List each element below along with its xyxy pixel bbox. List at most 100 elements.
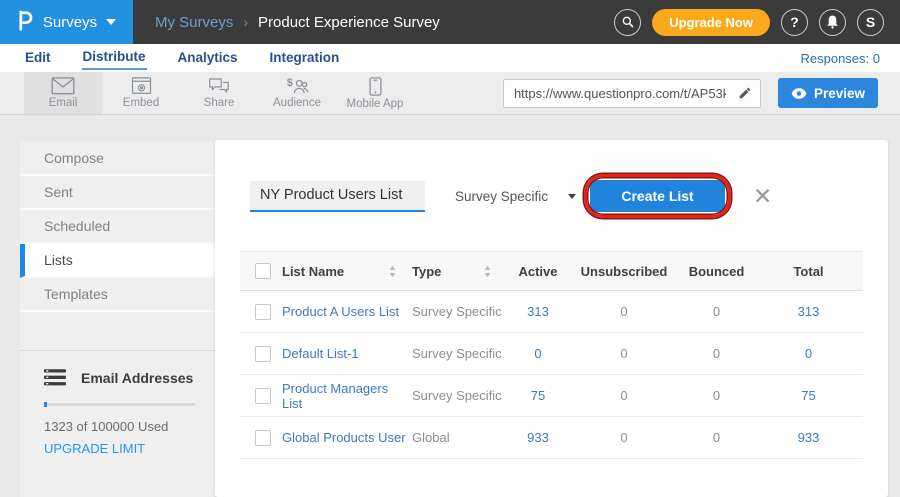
close-icon[interactable]: ✕ bbox=[753, 185, 772, 208]
sidebar-item-sent[interactable]: Sent bbox=[20, 176, 215, 210]
select-all-checkbox[interactable] bbox=[255, 263, 271, 279]
search-icon bbox=[621, 15, 635, 29]
row-checkbox[interactable] bbox=[255, 388, 271, 404]
tab-edit[interactable]: Edit bbox=[24, 47, 52, 69]
column-header-unsubscribed: Unsubscribed bbox=[569, 264, 679, 279]
bell-icon bbox=[826, 15, 839, 29]
preview-button[interactable]: Preview bbox=[778, 78, 878, 108]
bounced-count: 0 bbox=[679, 346, 754, 361]
survey-subnav: Edit Distribute Analytics Integration Re… bbox=[0, 44, 900, 72]
breadcrumb-my-surveys[interactable]: My Surveys bbox=[155, 14, 233, 31]
total-count[interactable]: 75 bbox=[754, 388, 863, 403]
table-row: Default List-1 Survey Specific 0 0 0 0 bbox=[240, 333, 863, 375]
bounced-count: 0 bbox=[679, 304, 754, 319]
list-name-input[interactable] bbox=[250, 181, 425, 212]
list-type: Survey Specific bbox=[412, 304, 507, 319]
create-list-form: Survey Specific Create List ✕ bbox=[250, 180, 863, 212]
list-name-link[interactable]: Global Products User bbox=[282, 430, 412, 445]
list-name-link[interactable]: Default List-1 bbox=[282, 346, 412, 361]
active-count[interactable]: 313 bbox=[507, 304, 569, 319]
sidebar-spacer bbox=[20, 312, 215, 350]
avatar-letter: S bbox=[866, 14, 875, 30]
list-name-link[interactable]: Product A Users List bbox=[282, 304, 412, 319]
surveys-product-menu[interactable]: Surveys bbox=[0, 0, 133, 44]
total-count[interactable]: 933 bbox=[754, 430, 863, 445]
list-type-dropdown[interactable]: Survey Specific bbox=[455, 189, 576, 204]
create-list-button[interactable]: Create List bbox=[590, 180, 725, 212]
usage-text: 1323 of 100000 Used bbox=[44, 419, 195, 434]
column-header-bounced: Bounced bbox=[679, 264, 754, 279]
total-count[interactable]: 0 bbox=[754, 346, 863, 361]
active-count[interactable]: 933 bbox=[507, 430, 569, 445]
tab-integration[interactable]: Integration bbox=[269, 47, 341, 69]
table-row: Product A Users List Survey Specific 313… bbox=[240, 291, 863, 333]
active-count[interactable]: 0 bbox=[507, 346, 569, 361]
sidebar-item-compose[interactable]: Compose bbox=[20, 142, 215, 176]
usage-progress-fill bbox=[44, 402, 47, 407]
notifications-button[interactable] bbox=[819, 9, 846, 36]
sidebar-item-scheduled[interactable]: Scheduled bbox=[20, 210, 215, 244]
upgrade-now-button[interactable]: Upgrade Now bbox=[652, 9, 770, 36]
table-header-row: List Name Type Active Unsubscribed Bounc… bbox=[240, 251, 863, 291]
email-addresses-title: Email Addresses bbox=[81, 370, 193, 386]
column-header-total: Total bbox=[754, 264, 863, 279]
email-sidebar: Compose Sent Scheduled Lists Templates E… bbox=[20, 142, 215, 497]
toolbar-tab-audience[interactable]: $ Audience bbox=[258, 72, 336, 114]
chevron-down-icon bbox=[106, 19, 116, 25]
toolbar-tab-mobile-app[interactable]: Mobile App bbox=[336, 72, 414, 114]
embed-icon bbox=[131, 77, 152, 95]
unsubscribed-count: 0 bbox=[569, 430, 679, 445]
row-checkbox[interactable] bbox=[255, 430, 271, 446]
survey-url-box bbox=[503, 79, 761, 108]
list-type: Global bbox=[412, 430, 507, 445]
usage-progress-bar bbox=[44, 403, 195, 406]
mobile-app-icon bbox=[369, 77, 382, 96]
row-checkbox[interactable] bbox=[255, 346, 271, 362]
sort-icon[interactable] bbox=[389, 266, 396, 277]
share-icon bbox=[208, 77, 230, 95]
help-button[interactable]: ? bbox=[781, 9, 808, 36]
table-row: Product Managers List Survey Specific 75… bbox=[240, 375, 863, 417]
question-mark-icon: ? bbox=[790, 14, 799, 30]
tab-analytics[interactable]: Analytics bbox=[177, 47, 239, 69]
sidebar-item-templates[interactable]: Templates bbox=[20, 278, 215, 312]
table-row: Global Products User Global 933 0 0 933 bbox=[240, 417, 863, 459]
unsubscribed-count: 0 bbox=[569, 388, 679, 403]
distribute-toolbar: Email Embed Share $ Audience Mobile App … bbox=[0, 72, 900, 115]
breadcrumb-separator: › bbox=[243, 14, 248, 30]
toolbar-tab-share[interactable]: Share bbox=[180, 72, 258, 114]
responses-count[interactable]: Responses: 0 bbox=[801, 51, 881, 66]
toolbar-tab-email[interactable]: Email bbox=[24, 72, 102, 114]
active-count[interactable]: 75 bbox=[507, 388, 569, 403]
column-header-type[interactable]: Type bbox=[412, 264, 507, 279]
unsubscribed-count: 0 bbox=[569, 346, 679, 361]
list-type: Survey Specific bbox=[412, 388, 507, 403]
email-lists-table: List Name Type Active Unsubscribed Bounc… bbox=[240, 251, 863, 459]
breadcrumb-current-survey: Product Experience Survey bbox=[258, 14, 440, 31]
svg-text:$: $ bbox=[286, 77, 292, 89]
account-avatar[interactable]: S bbox=[857, 9, 884, 36]
chevron-down-icon bbox=[568, 194, 576, 199]
email-addresses-section: Email Addresses 1323 of 100000 Used UPGR… bbox=[20, 350, 215, 458]
search-button[interactable] bbox=[614, 9, 641, 36]
row-checkbox[interactable] bbox=[255, 304, 271, 320]
upgrade-limit-link[interactable]: UPGRADE LIMIT bbox=[44, 441, 145, 456]
total-count[interactable]: 313 bbox=[754, 304, 863, 319]
questionpro-logo-icon bbox=[17, 8, 34, 37]
toolbar-tab-embed[interactable]: Embed bbox=[102, 72, 180, 114]
product-label: Surveys bbox=[43, 14, 97, 31]
sort-icon[interactable] bbox=[484, 266, 491, 277]
unsubscribed-count: 0 bbox=[569, 304, 679, 319]
address-list-icon bbox=[44, 369, 66, 386]
sidebar-item-lists[interactable]: Lists bbox=[20, 244, 215, 278]
header-actions: Upgrade Now ? S bbox=[614, 9, 900, 36]
edit-url-button[interactable] bbox=[730, 80, 760, 107]
top-header: Surveys My Surveys › Product Experience … bbox=[0, 0, 900, 44]
tab-distribute[interactable]: Distribute bbox=[82, 46, 147, 70]
survey-url-input[interactable] bbox=[504, 86, 730, 101]
bounced-count: 0 bbox=[679, 388, 754, 403]
column-header-list-name[interactable]: List Name bbox=[282, 264, 412, 279]
pencil-icon bbox=[738, 86, 752, 100]
breadcrumb: My Surveys › Product Experience Survey bbox=[155, 14, 440, 31]
list-name-link[interactable]: Product Managers List bbox=[282, 381, 412, 411]
